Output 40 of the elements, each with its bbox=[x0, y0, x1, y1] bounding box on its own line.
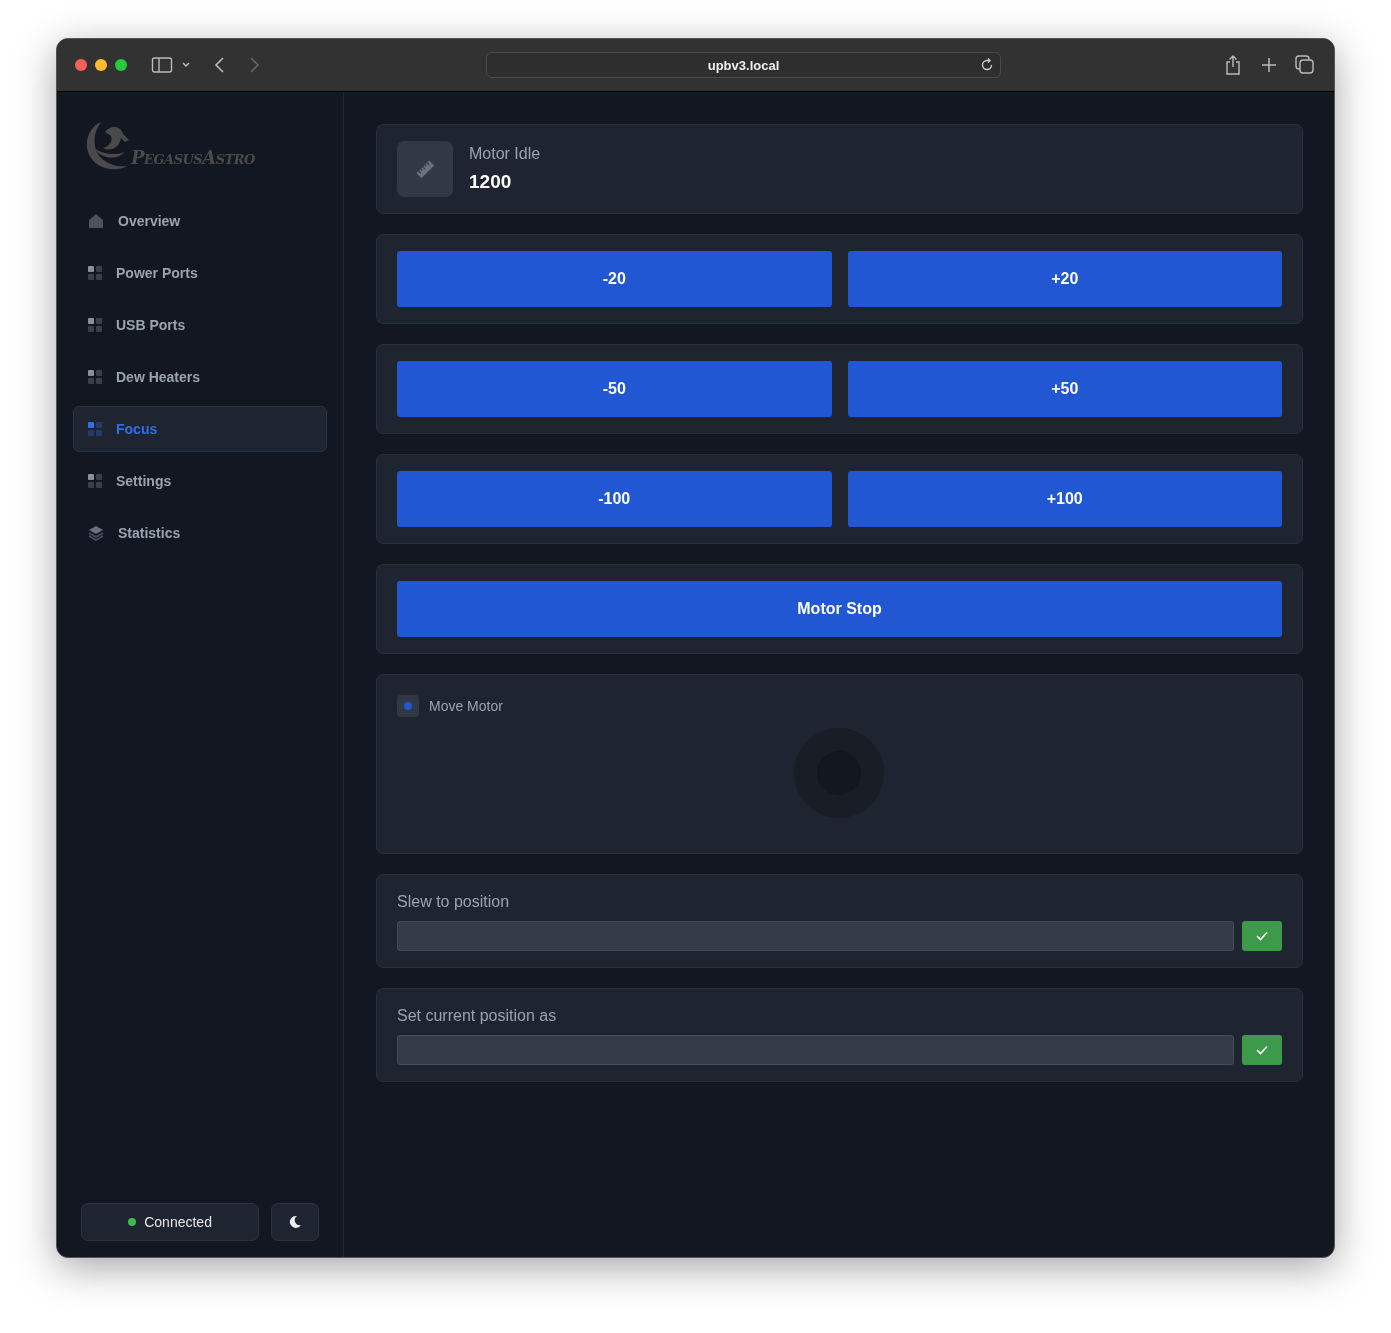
zoom-window-button[interactable] bbox=[115, 59, 127, 71]
step-button[interactable]: -50 bbox=[397, 361, 832, 417]
move-motor-label: Move Motor bbox=[429, 698, 503, 714]
chevron-down-icon[interactable] bbox=[181, 61, 191, 69]
input-field[interactable] bbox=[397, 1035, 1234, 1065]
sidebar-toggle-icon[interactable] bbox=[151, 54, 173, 76]
nav-item[interactable]: Dew Heaters bbox=[73, 354, 327, 400]
nav-item[interactable]: Statistics bbox=[73, 510, 327, 556]
move-motor-checkbox[interactable] bbox=[397, 695, 419, 717]
step-button[interactable]: +20 bbox=[847, 251, 1282, 307]
step-button[interactable]: Motor Stop bbox=[397, 581, 1282, 637]
grid-icon bbox=[88, 370, 102, 384]
layers-icon bbox=[88, 525, 104, 541]
grid-icon bbox=[88, 474, 102, 488]
nav-item[interactable]: Settings bbox=[73, 458, 327, 504]
nav-item[interactable]: Overview bbox=[73, 198, 327, 244]
grid-icon bbox=[88, 266, 102, 280]
step-button[interactable]: +50 bbox=[847, 361, 1282, 417]
theme-toggle-button[interactable] bbox=[271, 1203, 319, 1241]
input-field[interactable] bbox=[397, 921, 1234, 951]
motor-state-label: Motor Idle bbox=[469, 145, 541, 163]
connection-status[interactable]: Connected bbox=[81, 1203, 260, 1241]
check-icon bbox=[1256, 931, 1268, 941]
address-bar[interactable]: upbv3.local bbox=[486, 52, 1001, 78]
minimize-window-button[interactable] bbox=[95, 59, 107, 71]
motor-position-value: 1200 bbox=[469, 171, 513, 193]
step-button[interactable]: +100 bbox=[847, 471, 1282, 527]
moon-icon bbox=[288, 1215, 303, 1229]
nav-item[interactable]: USB Ports bbox=[73, 302, 327, 348]
home-icon bbox=[88, 213, 104, 229]
grid-icon bbox=[88, 422, 102, 436]
check-icon bbox=[1256, 1045, 1268, 1055]
field-label: Set current position as bbox=[397, 1007, 558, 1025]
nav-item[interactable]: Power Ports bbox=[73, 250, 327, 296]
step-button[interactable]: -100 bbox=[397, 471, 832, 527]
step-button[interactable]: -20 bbox=[397, 251, 832, 307]
close-window-button[interactable] bbox=[75, 59, 87, 71]
tabs-overview-icon[interactable] bbox=[1294, 54, 1316, 76]
field-label: Slew to position bbox=[397, 893, 511, 911]
grid-icon bbox=[88, 318, 102, 332]
